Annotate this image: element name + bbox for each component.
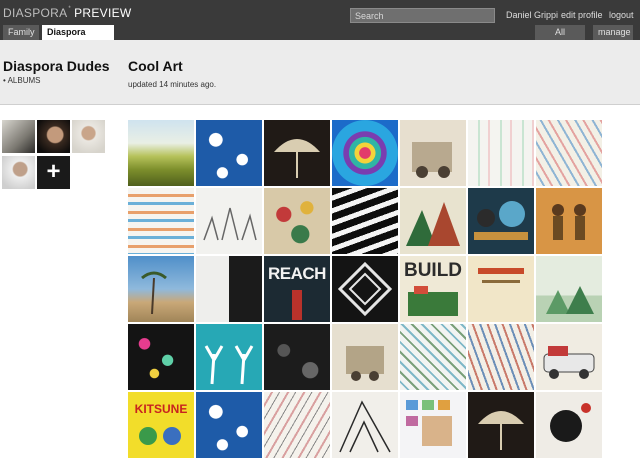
avatar[interactable] (2, 120, 35, 153)
photo-thumbnail[interactable]: BUILD (400, 256, 466, 322)
photo-thumbnail[interactable] (264, 120, 330, 186)
photo-thumbnail[interactable] (264, 188, 330, 254)
top-bar: DIASPORA*PREVIEW Daniel Grippi edit prof… (0, 0, 640, 52)
photo-thumbnail[interactable] (332, 256, 398, 322)
photo-thumbnail[interactable]: KITSUNE (128, 392, 194, 458)
photo-thumbnail[interactable] (536, 188, 602, 254)
edit-profile-link[interactable]: edit profile (561, 10, 603, 20)
aspect-header: Diaspora Dudes • ALBUMS Cool Art updated… (0, 40, 640, 105)
photo-thumbnail[interactable] (332, 324, 398, 390)
photo-thumbnail[interactable] (536, 256, 602, 322)
tab-diaspora-dudes[interactable]: Diaspora Dudes (42, 25, 114, 52)
avatar[interactable] (37, 120, 70, 153)
photo-thumbnail[interactable] (536, 392, 602, 458)
photo-grid: REACH BUILD KITSUNE (128, 120, 608, 470)
tab-all-aspects[interactable]: All Aspects (535, 25, 585, 52)
photo-thumbnail[interactable] (196, 392, 262, 458)
photo-thumbnail[interactable] (468, 256, 534, 322)
photo-thumbnail[interactable] (536, 120, 602, 186)
photo-thumbnail[interactable] (196, 324, 262, 390)
photo-thumbnail[interactable] (332, 188, 398, 254)
photo-thumbnail[interactable] (264, 324, 330, 390)
albums-link[interactable]: • ALBUMS (3, 76, 40, 85)
photo-thumbnail[interactable]: REACH (264, 256, 330, 322)
photo-thumbnail[interactable] (536, 324, 602, 390)
photo-thumbnail[interactable] (196, 188, 262, 254)
user-name-link[interactable]: Daniel Grippi (506, 10, 558, 20)
photo-thumbnail[interactable] (128, 256, 194, 322)
search-input[interactable] (350, 8, 495, 23)
photo-thumbnail[interactable] (264, 392, 330, 458)
brand-name: DIASPORA (3, 6, 68, 20)
photo-thumbnail[interactable] (128, 324, 194, 390)
avatar[interactable] (2, 156, 35, 189)
photo-thumbnail[interactable] (468, 120, 534, 186)
add-member-button[interactable]: + (37, 156, 70, 189)
manage-button[interactable]: manage (593, 25, 633, 40)
tab-family[interactable]: Family (3, 25, 39, 40)
photo-thumbnail[interactable] (196, 120, 262, 186)
brand-suffix: PREVIEW (74, 6, 132, 20)
photo-thumbnail[interactable] (468, 188, 534, 254)
photo-thumbnail[interactable] (332, 120, 398, 186)
photo-thumbnail[interactable] (468, 392, 534, 458)
photo-thumbnail[interactable] (468, 324, 534, 390)
aspect-title: Diaspora Dudes (3, 58, 110, 74)
brand-logo[interactable]: DIASPORA* PREVIEW (3, 6, 132, 20)
logout-link[interactable]: logout (609, 10, 634, 20)
photo-thumbnail[interactable] (400, 120, 466, 186)
photo-thumbnail[interactable] (128, 188, 194, 254)
album-updated-text: updated 14 minutes ago. (128, 80, 217, 89)
photo-thumbnail[interactable] (128, 120, 194, 186)
avatar[interactable] (72, 120, 105, 153)
brand-mark: * (68, 6, 72, 12)
photo-thumbnail[interactable] (400, 392, 466, 458)
album-title: Cool Art (128, 58, 183, 74)
photo-thumbnail[interactable] (332, 392, 398, 458)
photo-thumbnail[interactable] (196, 256, 262, 322)
photo-thumbnail[interactable] (400, 188, 466, 254)
photo-thumbnail[interactable] (400, 324, 466, 390)
